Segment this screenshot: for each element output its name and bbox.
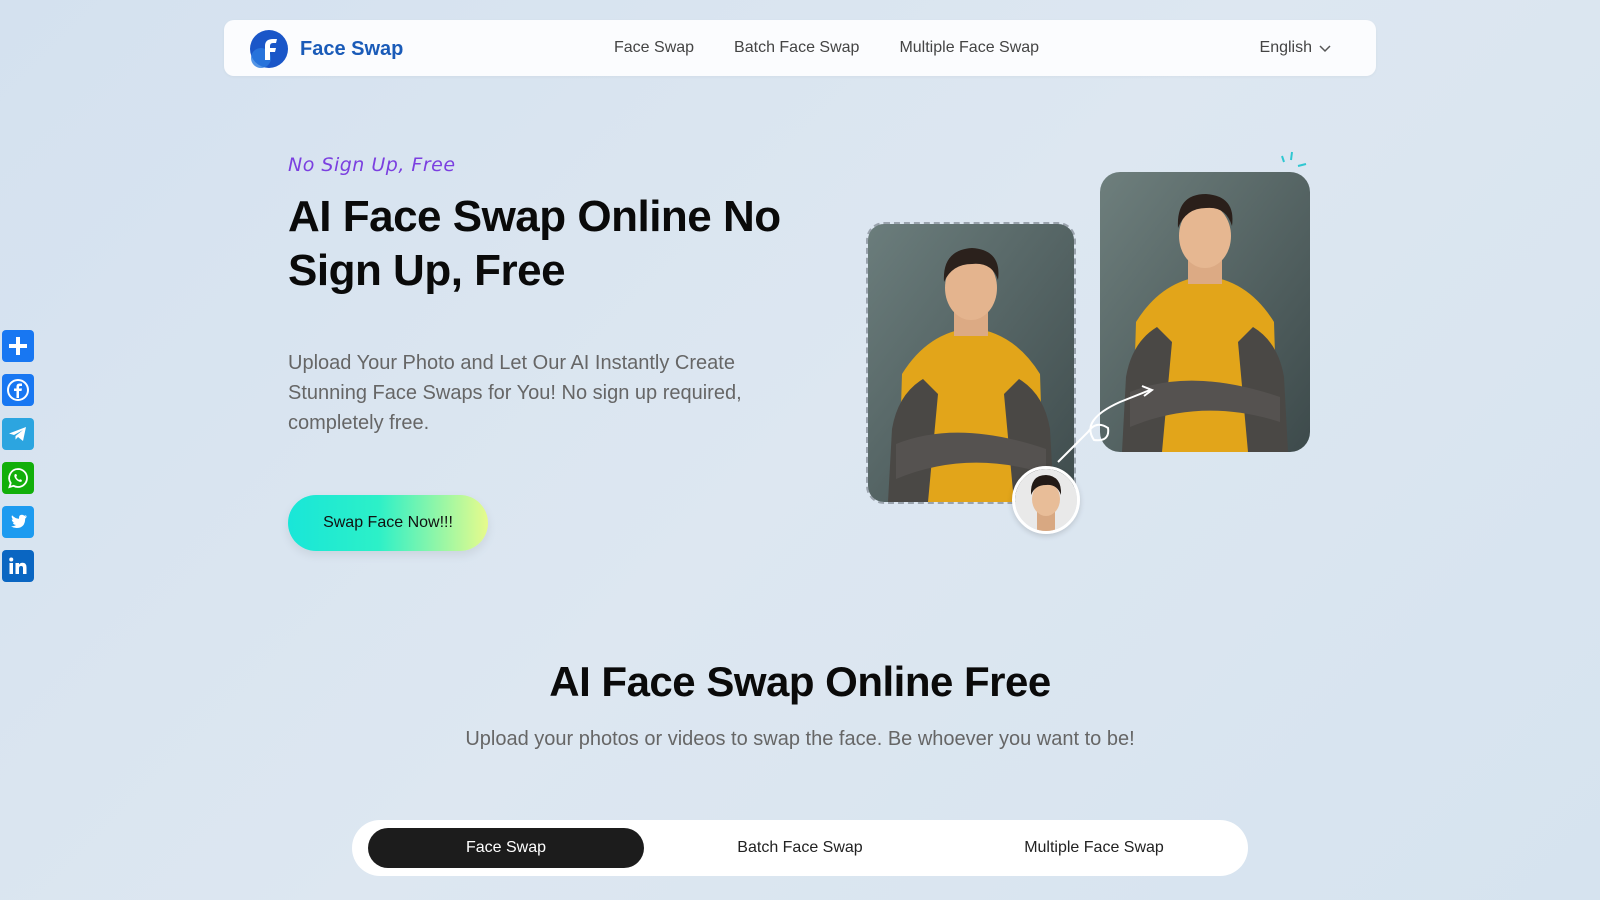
- twitter-icon: [11, 514, 27, 528]
- hero-description: Upload Your Photo and Let Our AI Instant…: [288, 352, 742, 434]
- tab-batch-face-swap[interactable]: Batch Face Swap: [662, 828, 938, 868]
- sparkle-icon: [1281, 151, 1307, 167]
- main-nav: Face Swap Batch Face Swap Multiple Face …: [614, 20, 1079, 76]
- brand-name: Face Swap: [300, 37, 404, 60]
- person-portrait-image: [868, 224, 1074, 502]
- brand-link[interactable]: Face Swap: [248, 28, 403, 70]
- nav-multiple-face-swap[interactable]: Multiple Face Swap: [899, 39, 1039, 57]
- share-linkedin-button[interactable]: [2, 550, 34, 582]
- share-telegram-button[interactable]: [2, 418, 34, 450]
- face-swap-logo-icon: [250, 30, 288, 68]
- plus-icon: [9, 337, 27, 355]
- linkedin-icon: [9, 557, 27, 574]
- telegram-icon: [9, 427, 26, 441]
- share-facebook-button[interactable]: [2, 374, 34, 406]
- face-thumbnail-image: [1015, 469, 1077, 531]
- language-selector[interactable]: English: [1260, 20, 1332, 76]
- tab-multiple-face-swap[interactable]: Multiple Face Swap: [956, 828, 1232, 868]
- swap-face-now-button[interactable]: Swap Face Now!!!: [288, 495, 488, 551]
- facebook-icon: [7, 379, 29, 401]
- curved-arrow-icon: [1057, 385, 1155, 463]
- hero-tagline: No Sign Up, Free: [288, 154, 456, 176]
- section-title: AI Face Swap Online Free: [549, 658, 1051, 705]
- target-face-thumbnail: [1012, 466, 1080, 534]
- source-photo: [866, 222, 1076, 504]
- mode-tabs: Face Swap Batch Face Swap Multiple Face …: [352, 820, 1248, 876]
- language-label: English: [1259, 39, 1312, 56]
- chevron-down-icon: [1319, 45, 1331, 53]
- top-nav-bar: Face Swap Face Swap Batch Face Swap Mult…: [224, 20, 1376, 76]
- share-sidebar: [2, 330, 36, 594]
- hero-title: AI Face Swap Online No Sign Up, Free: [288, 192, 781, 295]
- share-twitter-button[interactable]: [2, 506, 34, 538]
- tab-face-swap[interactable]: Face Swap: [368, 828, 644, 868]
- whatsapp-icon: [8, 468, 28, 489]
- nav-face-swap[interactable]: Face Swap: [614, 39, 694, 57]
- section-subtitle: Upload your photos or videos to swap the…: [465, 728, 1135, 750]
- share-whatsapp-button[interactable]: [2, 462, 34, 494]
- share-add-button[interactable]: [2, 330, 34, 362]
- nav-batch-face-swap[interactable]: Batch Face Swap: [734, 39, 859, 57]
